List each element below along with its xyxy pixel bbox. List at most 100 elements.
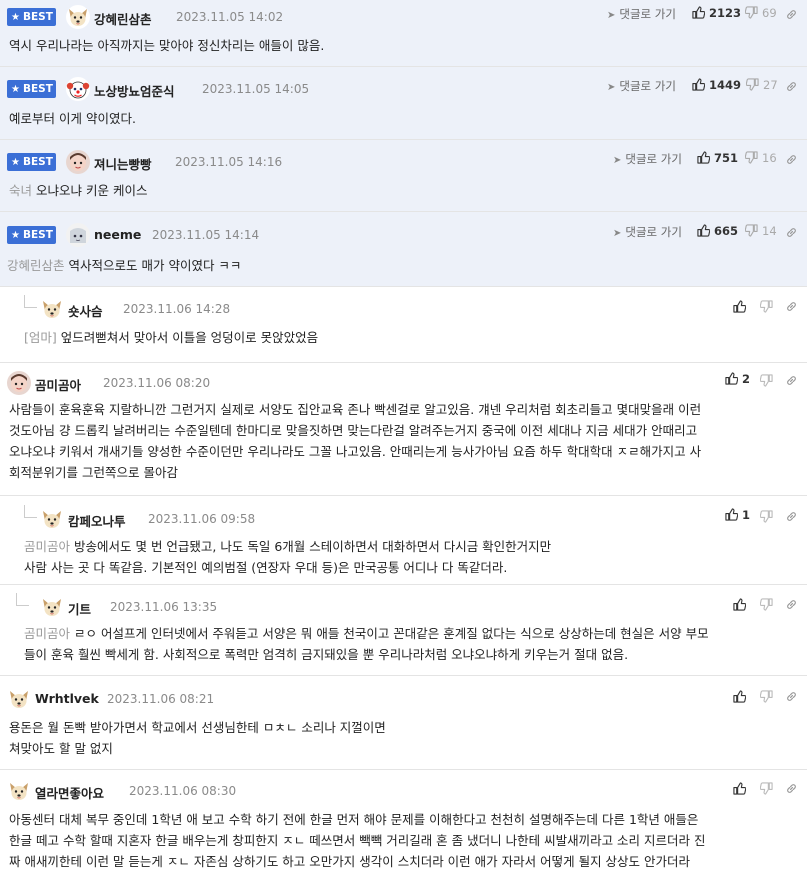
thumbs-down-icon[interactable] xyxy=(760,374,773,387)
reply-to-comment-link[interactable]: ➤ 댓글로 가기 xyxy=(607,6,676,22)
thumbs-down-icon[interactable] xyxy=(760,510,773,523)
comment-item: 곰미곰아 2023.11.06 08:20 2 사람들이 훈육훈육 지랄하니깐 … xyxy=(0,363,807,496)
thumbs-up-icon[interactable] xyxy=(733,690,746,703)
avatar[interactable] xyxy=(40,507,64,531)
comment-reply-item: 캄페오나투 2023.11.06 09:58 1 곰미곰아 방송에서도 몇 번 언… xyxy=(0,496,807,585)
avatar[interactable] xyxy=(7,779,31,803)
link-icon[interactable] xyxy=(785,374,798,387)
reply-target-label[interactable]: 곰미곰아 xyxy=(24,626,70,641)
comment-item-best: ★ BEST 강혜린삼촌 2023.11.05 14:02 ➤ 댓글로 가기 212… xyxy=(0,0,807,67)
dislike-button[interactable]: 16 xyxy=(745,151,777,165)
dislike-button[interactable]: 27 xyxy=(746,78,778,92)
thumbs-up-icon xyxy=(697,224,710,237)
reply-arrow-icon: ➤ xyxy=(607,10,616,21)
avatar[interactable] xyxy=(7,687,31,711)
avatar[interactable] xyxy=(66,150,90,174)
reply-to-comment-link[interactable]: ➤ 댓글로 가기 xyxy=(613,224,682,240)
best-badge: ★ BEST xyxy=(7,153,56,171)
link-icon[interactable] xyxy=(785,80,798,93)
thumbs-down-icon xyxy=(745,151,758,164)
link-icon[interactable] xyxy=(785,690,798,703)
reply-target-label[interactable]: 강혜린삼촌 xyxy=(7,258,65,273)
avatar[interactable] xyxy=(66,5,90,29)
link-icon[interactable] xyxy=(785,8,798,21)
avatar[interactable] xyxy=(66,223,90,247)
comment-reply-item: 숏사슴 2023.11.06 14:28 [엄마] 엎드려뻗쳐서 맞아서 이틀을 … xyxy=(0,287,807,363)
thumbs-down-icon xyxy=(745,6,758,19)
link-icon[interactable] xyxy=(785,598,798,611)
thumbs-down-icon[interactable] xyxy=(760,300,773,313)
link-icon[interactable] xyxy=(785,782,798,795)
link-icon[interactable] xyxy=(785,226,798,239)
like-button[interactable]: 665 xyxy=(697,224,738,238)
comment-nickname[interactable]: Wrhtlvek xyxy=(35,691,99,706)
comment-body: 곰미곰아 방송에서도 몇 번 언급됐고, 나도 독일 6개월 스테이하면서 대화하… xyxy=(24,539,552,575)
thumbs-down-icon xyxy=(745,224,758,237)
avatar[interactable] xyxy=(7,371,31,395)
best-badge: ★ BEST xyxy=(7,226,56,244)
thumbs-up-icon xyxy=(725,508,738,521)
comment-date: 2023.11.06 13:35 xyxy=(110,600,218,614)
comment-item-best: ★ BEST 져니는빵빵 2023.11.05 14:16 ➤ 댓글로 가기 751… xyxy=(0,140,807,212)
reply-target-label[interactable]: [엄마] xyxy=(24,330,57,345)
link-icon[interactable] xyxy=(785,153,798,166)
star-icon: ★ xyxy=(11,12,20,23)
reply-arrow-icon: ➤ xyxy=(613,155,622,166)
thumbs-up-icon xyxy=(692,6,705,19)
comment-nickname[interactable]: neeme xyxy=(94,227,141,242)
comment-body: 사람들이 훈육훈육 지랄하니깐 그런거지 실제로 서양도 집안교육 존나 빡센걸… xyxy=(9,402,702,480)
comment-nickname[interactable]: 강혜린삼촌 xyxy=(94,9,152,28)
comment-date: 2023.11.06 08:30 xyxy=(129,784,237,798)
like-button[interactable]: 2123 xyxy=(692,6,741,20)
thumbs-down-icon[interactable] xyxy=(760,690,773,703)
comment-body: 역시 우리나라는 아직까지는 맞아야 정신차리는 애들이 많음. xyxy=(9,38,325,53)
comment-nickname[interactable]: 열라면좋아요 xyxy=(35,783,104,802)
reply-indent-marker xyxy=(24,295,37,308)
avatar[interactable] xyxy=(40,595,64,619)
comment-date: 2023.11.05 14:16 xyxy=(175,155,283,169)
comment-date: 2023.11.06 08:21 xyxy=(107,692,215,706)
comment-nickname[interactable]: 노상방뇨엄준식 xyxy=(94,81,175,100)
avatar[interactable] xyxy=(66,77,90,101)
like-button[interactable]: 2 xyxy=(725,372,750,386)
comment-date: 2023.11.05 14:14 xyxy=(152,228,260,242)
comment-body: 강혜린삼촌 역사적으로도 매가 약이였다 ㅋㅋ xyxy=(7,258,242,273)
best-badge: ★ BEST xyxy=(7,80,56,98)
star-icon: ★ xyxy=(11,84,20,95)
dislike-button[interactable]: 14 xyxy=(745,224,777,238)
dislike-button[interactable]: 69 xyxy=(745,6,777,20)
like-button[interactable]: 1449 xyxy=(692,78,741,92)
comment-nickname[interactable]: 캄페오나투 xyxy=(68,511,126,530)
reply-indent-marker xyxy=(24,505,37,518)
comment-nickname[interactable]: 숏사슴 xyxy=(68,301,103,320)
thumbs-down-icon[interactable] xyxy=(760,598,773,611)
comment-body: 예로부터 이게 약이였다. xyxy=(9,111,136,126)
thumbs-up-icon xyxy=(692,78,705,91)
reply-target-label[interactable]: 곰미곰아 xyxy=(24,539,70,554)
reply-arrow-icon: ➤ xyxy=(613,228,622,239)
reply-to-comment-link[interactable]: ➤ 댓글로 가기 xyxy=(613,151,682,167)
reply-target-label[interactable]: 숙녀 xyxy=(9,183,32,198)
link-icon[interactable] xyxy=(785,300,798,313)
comment-nickname[interactable]: 기트 xyxy=(68,599,91,618)
thumbs-up-icon[interactable] xyxy=(733,782,746,795)
thumbs-up-icon[interactable] xyxy=(733,300,746,313)
thumbs-up-icon xyxy=(725,372,738,385)
link-icon[interactable] xyxy=(785,510,798,523)
avatar[interactable] xyxy=(40,297,64,321)
like-button[interactable]: 751 xyxy=(697,151,738,165)
reply-arrow-icon: ➤ xyxy=(607,82,616,93)
thumbs-up-icon[interactable] xyxy=(733,598,746,611)
thumbs-up-icon xyxy=(697,151,710,164)
comment-item: 열라면좋아요 2023.11.06 08:30 아동센터 대체 복무 중인데 1… xyxy=(0,770,807,890)
reply-to-comment-link[interactable]: ➤ 댓글로 가기 xyxy=(607,78,676,94)
comment-body: 용돈은 월 돈빡 받아가면서 학교에서 선생님한테 ㅁㅊㄴ 소리나 지껄이면 쳐… xyxy=(9,720,386,756)
like-button[interactable]: 1 xyxy=(725,508,750,522)
comment-nickname[interactable]: 져니는빵빵 xyxy=(94,154,152,173)
comment-nickname[interactable]: 곰미곰아 xyxy=(35,375,81,394)
comment-reply-item: 기트 2023.11.06 13:35 곰미곰아 ㄹㅇ 어설프게 인터넷에서 주워… xyxy=(0,585,807,676)
thumbs-down-icon[interactable] xyxy=(760,782,773,795)
comment-date: 2023.11.05 14:02 xyxy=(176,10,284,24)
comment-date: 2023.11.06 14:28 xyxy=(123,302,231,316)
comment-body: 곰미곰아 ㄹㅇ 어설프게 인터넷에서 주워듣고 서양은 뭐 애들 천국이고 꼰대같… xyxy=(24,626,709,662)
